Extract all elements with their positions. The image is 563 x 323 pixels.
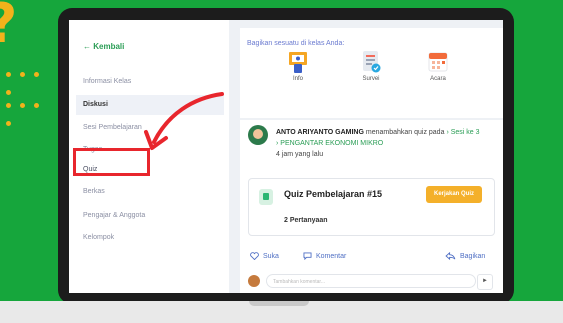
- post-text: ANTO ARIYANTO GAMING menambahkan quiz pa…: [276, 127, 496, 160]
- avatar: [248, 125, 268, 145]
- share-option-acara[interactable]: Acara: [418, 50, 458, 82]
- send-icon[interactable]: ►: [477, 274, 493, 290]
- dots-decoration: [6, 64, 56, 95]
- post-author[interactable]: ANTO ARIYANTO GAMING: [276, 129, 364, 136]
- post-session-link[interactable]: Sesi ke 3: [451, 129, 480, 136]
- question-mark-decoration: ?: [0, 0, 17, 55]
- red-arrow-annotation: [144, 92, 224, 150]
- back-label: Kembali: [93, 42, 125, 51]
- survey-clipboard-icon: [361, 50, 381, 74]
- comment-icon: [303, 252, 312, 260]
- share-option-info[interactable]: Info: [278, 50, 318, 82]
- quiz-question-count: 2 Pertanyaan: [284, 217, 328, 224]
- comment-label: Komentar: [316, 252, 347, 260]
- info-board-icon: [288, 50, 308, 74]
- heart-icon: [250, 252, 259, 260]
- share-label: Bagikan: [460, 252, 486, 260]
- like-label: Suka: [263, 252, 279, 260]
- laptop-notch: [249, 301, 309, 306]
- share-option-label: Survei: [362, 76, 380, 82]
- calendar-icon: [428, 50, 448, 74]
- quiz-document-icon: [259, 189, 273, 205]
- share-button[interactable]: Bagikan: [445, 252, 485, 260]
- share-title: Bagikan sesuatu di kelas Anda:: [247, 40, 345, 47]
- chevron-right-icon: ›: [446, 129, 449, 136]
- comment-row: Tambahkan komentar... ►: [248, 274, 493, 290]
- quiz-card[interactable]: Quiz Pembelajaran #15 Kerjakan Quiz 2 Pe…: [248, 178, 495, 236]
- share-option-label: Acara: [430, 76, 446, 82]
- start-quiz-button[interactable]: Kerjakan Quiz: [426, 186, 482, 203]
- share-option-survei[interactable]: Survei: [351, 50, 391, 82]
- like-button[interactable]: Suka: [250, 252, 279, 260]
- laptop-base: [0, 301, 563, 323]
- post-time: 4 jam yang lalu: [276, 151, 324, 158]
- quiz-title: Quiz Pembelajaran #15: [284, 189, 383, 199]
- sidebar-item-sesi-pembelajaran[interactable]: Sesi Pembelajaran: [83, 124, 142, 131]
- post-action: menambahkan quiz pada: [365, 129, 445, 136]
- share-card: Bagikan sesuatu di kelas Anda: Info Surv…: [240, 28, 503, 118]
- share-option-label: Info: [292, 76, 303, 82]
- main-content: Bagikan sesuatu di kelas Anda: Info Surv…: [240, 20, 503, 293]
- dots-decoration: [6, 95, 56, 126]
- sidebar-item-berkas[interactable]: Berkas: [83, 188, 105, 195]
- comment-input[interactable]: Tambahkan komentar...: [266, 274, 476, 288]
- comment-button[interactable]: Komentar: [303, 252, 346, 260]
- share-arrow-icon: [445, 252, 456, 260]
- back-link[interactable]: ← Kembali: [83, 42, 124, 51]
- sidebar-item-pengajar-anggota[interactable]: Pengajar & Anggota: [83, 212, 145, 219]
- chevron-right-icon: ›: [276, 140, 279, 147]
- sidebar-item-informasi-kelas[interactable]: Informasi Kelas: [83, 78, 131, 85]
- sidebar-item-kelompok[interactable]: Kelompok: [83, 234, 114, 241]
- avatar: [248, 275, 260, 287]
- post-course-link[interactable]: PENGANTAR EKONOMI MIKRO: [280, 140, 383, 147]
